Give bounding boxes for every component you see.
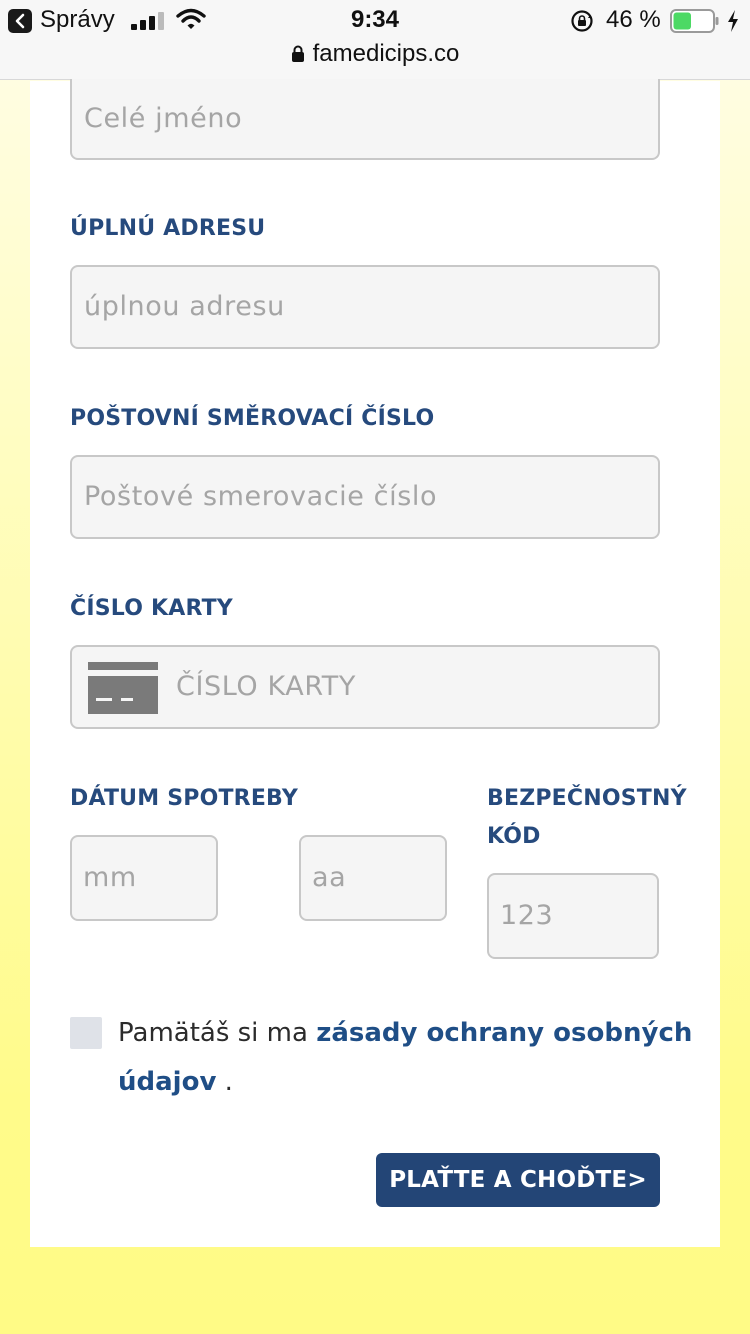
- battery-icon: [670, 9, 719, 33]
- pay-and-go-button[interactable]: PLAŤTE A CHOĎTE>: [376, 1153, 660, 1207]
- postal-code-placeholder: Poštové smerovacie číslo: [84, 481, 438, 512]
- battery-percent: 46 %: [606, 6, 661, 33]
- consent-text: Pamätáš si ma zásady ochrany osobných úd…: [118, 1009, 698, 1107]
- postal-code-input[interactable]: Poštové smerovacie číslo: [70, 455, 660, 539]
- url-bar[interactable]: famedicips.co: [0, 40, 750, 68]
- consent-suffix: .: [216, 1067, 233, 1097]
- rotation-lock-icon: [571, 10, 593, 32]
- url-text: famedicips.co: [312, 40, 460, 67]
- charging-bolt-icon: [728, 10, 738, 32]
- security-code-label-line2: KÓD: [487, 824, 541, 849]
- lock-icon: [291, 45, 304, 62]
- security-code-label-line1: BEZPEČNOSTNÝ: [487, 786, 687, 811]
- expiry-label: DÁTUM SPOTREBY: [70, 786, 298, 811]
- postal-code-label: POŠTOVNÍ SMĚROVACÍ ČÍSLO: [70, 406, 435, 431]
- address-input[interactable]: úplnou adresu: [70, 265, 660, 349]
- expiry-year-placeholder: aa: [312, 862, 347, 893]
- consent-prefix: Pamätáš si ma: [118, 1018, 317, 1048]
- expiry-month-input[interactable]: mm: [70, 835, 218, 921]
- card-number-input[interactable]: ČÍSLO KARTY: [70, 645, 660, 729]
- address-label: ÚPLNÚ ADRESU: [70, 216, 266, 241]
- remember-me-checkbox[interactable]: [70, 1017, 102, 1049]
- address-placeholder: úplnou adresu: [84, 291, 285, 322]
- full-name-placeholder: Celé jméno: [84, 103, 243, 134]
- card-number-placeholder: ČÍSLO KARTY: [176, 671, 356, 702]
- expiry-year-input[interactable]: aa: [299, 835, 447, 921]
- card-number-label: ČÍSLO KARTY: [70, 596, 233, 621]
- full-name-input[interactable]: Celé jméno: [70, 79, 660, 160]
- security-code-placeholder: 123: [500, 900, 554, 931]
- credit-card-icon: [88, 662, 158, 714]
- security-code-input[interactable]: 123: [487, 873, 659, 959]
- status-bar: Správy 9:34 46 % famedicips.co: [0, 0, 750, 80]
- checkout-form-card: Celé jméno ÚPLNÚ ADRESU úplnou adresu PO…: [30, 79, 720, 1247]
- expiry-month-placeholder: mm: [83, 862, 137, 893]
